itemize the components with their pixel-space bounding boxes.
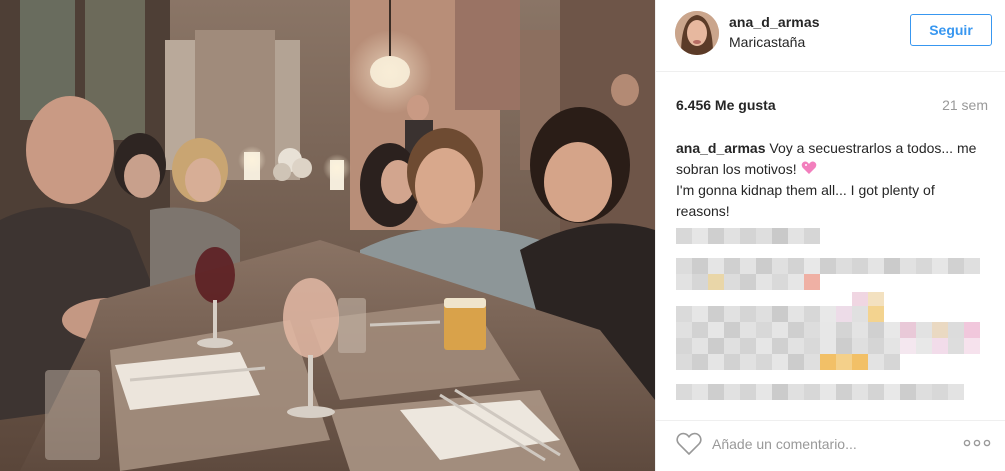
caption-line-2: I'm gonna kidnap them all... I got plent… <box>676 182 935 219</box>
instagram-post: ana_d_armas Maricastaña Seguir 6.456 Me … <box>0 0 1005 471</box>
photo-scene <box>0 0 655 471</box>
post-sidebar: ana_d_armas Maricastaña Seguir 6.456 Me … <box>655 0 1005 471</box>
blurred-comment-row <box>676 338 980 354</box>
likes-count[interactable]: 6.456 Me gusta <box>676 97 776 113</box>
blurred-comment-row <box>676 322 980 338</box>
sparkling-heart-icon <box>801 161 816 174</box>
more-options-icon[interactable] <box>962 435 992 451</box>
post-location[interactable]: Maricastaña <box>729 34 805 50</box>
avatar[interactable] <box>675 11 719 55</box>
blurred-comment-row <box>676 258 980 274</box>
blurred-comment-row <box>676 274 820 290</box>
blurred-comment-row <box>676 228 820 244</box>
blurred-comment-row <box>676 384 964 400</box>
caption-username[interactable]: ana_d_armas <box>676 140 766 156</box>
heart-outline-icon[interactable] <box>676 432 702 456</box>
follow-button[interactable]: Seguir <box>910 14 992 46</box>
post-caption: ana_d_armas Voy a secuestrarlos a todos.… <box>676 138 988 222</box>
avatar-image <box>675 11 719 55</box>
blurred-comments <box>676 222 988 408</box>
blurred-comment-row <box>676 354 900 370</box>
likes-row: 6.456 Me gusta 21 sem <box>676 97 988 117</box>
post-time[interactable]: 21 sem <box>942 97 988 113</box>
post-footer <box>656 420 1005 471</box>
post-header: ana_d_armas Maricastaña Seguir <box>656 0 1005 72</box>
post-username[interactable]: ana_d_armas <box>729 14 820 30</box>
post-photo[interactable] <box>0 0 655 471</box>
blurred-comment-row <box>676 306 884 322</box>
comment-input[interactable] <box>712 431 952 457</box>
